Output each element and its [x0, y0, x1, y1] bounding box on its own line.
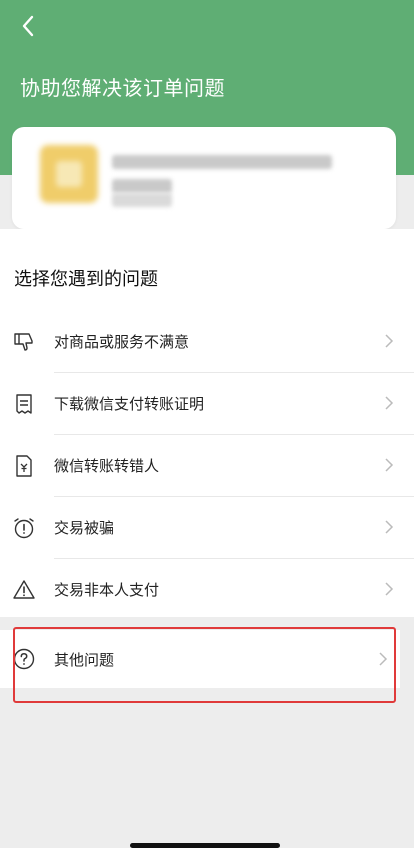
divider	[54, 496, 414, 497]
thumbs-down-icon	[12, 330, 36, 354]
issue-row-unsatisfied[interactable]: 对商品或服务不满意	[0, 310, 414, 372]
home-indicator	[130, 843, 280, 848]
issue-label: 交易被骗	[54, 519, 115, 537]
back-button[interactable]	[14, 12, 42, 40]
issue-label: 对商品或服务不满意	[54, 333, 190, 351]
yuan-document-icon	[12, 454, 36, 478]
divider	[54, 372, 414, 373]
order-detail-placeholder	[112, 179, 172, 193]
chevron-right-icon	[384, 581, 394, 597]
order-title-placeholder	[112, 155, 332, 169]
order-amount-placeholder	[112, 193, 172, 207]
receipt-icon	[12, 392, 36, 416]
issue-list: 对商品或服务不满意 下载微信支付转账证明 微信转账转错人 交易被骗 交易非本人支…	[0, 310, 414, 620]
chevron-left-icon	[21, 15, 35, 37]
highlight-annotation	[13, 627, 396, 703]
issue-row-download-proof[interactable]: 下载微信支付转账证明	[0, 372, 414, 434]
chevron-right-icon	[384, 457, 394, 473]
page-title: 协助您解决该订单问题	[20, 76, 225, 100]
issue-row-scam[interactable]: 交易被骗	[0, 496, 414, 558]
order-card	[12, 127, 396, 229]
issue-section: 选择您遇到的问题 对商品或服务不满意 下载微信支付转账证明 微信转账转错人 交易…	[0, 229, 414, 617]
issue-label: 交易非本人支付	[54, 581, 160, 599]
alarm-clock-alert-icon	[12, 516, 36, 540]
chevron-right-icon	[384, 395, 394, 411]
issue-label: 下载微信支付转账证明	[54, 395, 205, 413]
chevron-right-icon	[384, 333, 394, 349]
divider	[54, 434, 414, 435]
issue-row-wrong-transfer[interactable]: 微信转账转错人	[0, 434, 414, 496]
issue-row-not-self-paid[interactable]: 交易非本人支付	[0, 558, 414, 620]
divider	[54, 558, 414, 559]
product-thumbnail	[40, 145, 98, 203]
chevron-right-icon	[384, 519, 394, 535]
section-title: 选择您遇到的问题	[14, 269, 158, 290]
issue-label: 微信转账转错人	[54, 457, 160, 475]
warning-triangle-icon	[12, 578, 36, 602]
